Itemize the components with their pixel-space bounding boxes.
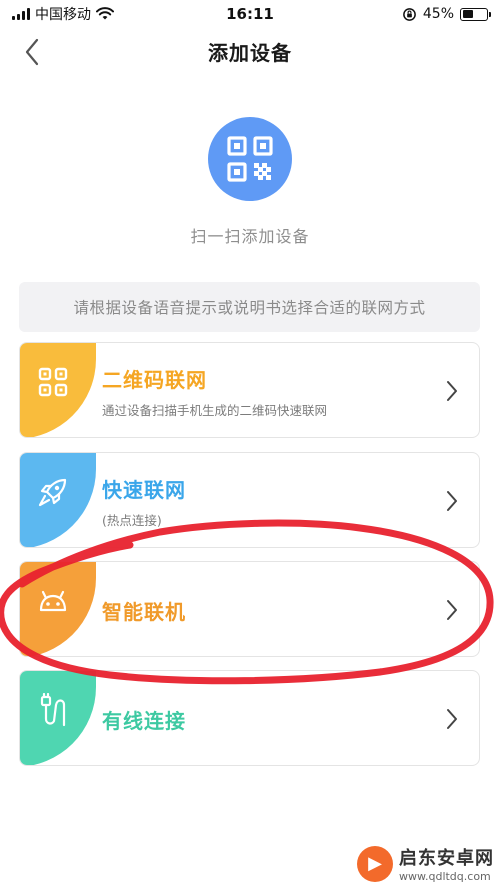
status-bar: 中国移动 16:11 45% xyxy=(0,0,500,28)
wifi-icon xyxy=(96,7,114,20)
page-title: 添加设备 xyxy=(208,40,292,65)
card-corner xyxy=(20,453,96,547)
chevron-right-icon xyxy=(447,600,457,620)
rotation-lock-icon xyxy=(403,7,416,21)
scan-label: 扫一扫添加设备 xyxy=(190,227,310,246)
back-button[interactable] xyxy=(14,34,50,70)
card-corner xyxy=(20,562,96,656)
nav-bar: 添加设备 xyxy=(0,28,500,74)
card-title: 有线连接 xyxy=(102,708,186,733)
option-card-qr-network[interactable]: 二维码联网 通过设备扫描手机生成的二维码快速联网 xyxy=(19,342,480,438)
card-title: 二维码联网 xyxy=(102,367,207,392)
chevron-right-icon xyxy=(447,381,457,401)
card-subtitle: 通过设备扫描手机生成的二维码快速联网 xyxy=(102,402,328,418)
signal-icon xyxy=(12,8,30,20)
android-robot-icon xyxy=(34,582,72,620)
option-card-wired[interactable]: 有线连接 xyxy=(19,670,480,766)
card-text: 快速联网 (热点连接) xyxy=(102,453,186,547)
qr-grid-icon xyxy=(34,363,72,401)
watermark-url: www.qdltdq.com xyxy=(399,870,491,883)
card-title: 快速联网 xyxy=(102,477,186,502)
watermark: ▶ 启东安卓网 www.qdltdq.com xyxy=(357,844,494,883)
status-left: 中国移动 xyxy=(12,4,114,24)
chevron-right-icon xyxy=(447,709,457,729)
card-corner xyxy=(20,671,96,765)
watermark-text: 启东安卓网 www.qdltdq.com xyxy=(399,844,494,883)
card-subtitle: (热点连接) xyxy=(102,512,162,528)
qr-code-icon xyxy=(227,136,273,182)
rocket-icon xyxy=(34,473,72,511)
battery-percent: 45% xyxy=(422,6,454,22)
battery-icon xyxy=(460,7,491,21)
scan-area: 扫一扫添加设备 xyxy=(0,117,500,247)
hint-box: 请根据设备语音提示或说明书选择合适的联网方式 xyxy=(19,282,480,332)
status-right: 45% xyxy=(402,6,491,22)
chevron-right-icon xyxy=(447,491,457,511)
battery-fill xyxy=(462,10,473,18)
card-title: 智能联机 xyxy=(102,599,186,624)
chevron-left-icon xyxy=(25,38,39,66)
scan-button[interactable] xyxy=(208,117,292,201)
card-text: 二维码联网 通过设备扫描手机生成的二维码快速联网 xyxy=(102,343,328,437)
card-text: 有线连接 xyxy=(102,671,186,765)
option-card-smart-connect[interactable]: 智能联机 xyxy=(19,561,480,657)
option-card-quick-network[interactable]: 快速联网 (热点连接) xyxy=(19,452,480,548)
watermark-name: 启东安卓网 xyxy=(399,848,494,869)
cable-plug-icon xyxy=(34,691,72,729)
carrier-name: 中国移动 xyxy=(35,7,91,23)
watermark-logo-icon: ▶ xyxy=(357,845,393,882)
card-corner xyxy=(20,343,96,437)
card-text: 智能联机 xyxy=(102,562,186,656)
